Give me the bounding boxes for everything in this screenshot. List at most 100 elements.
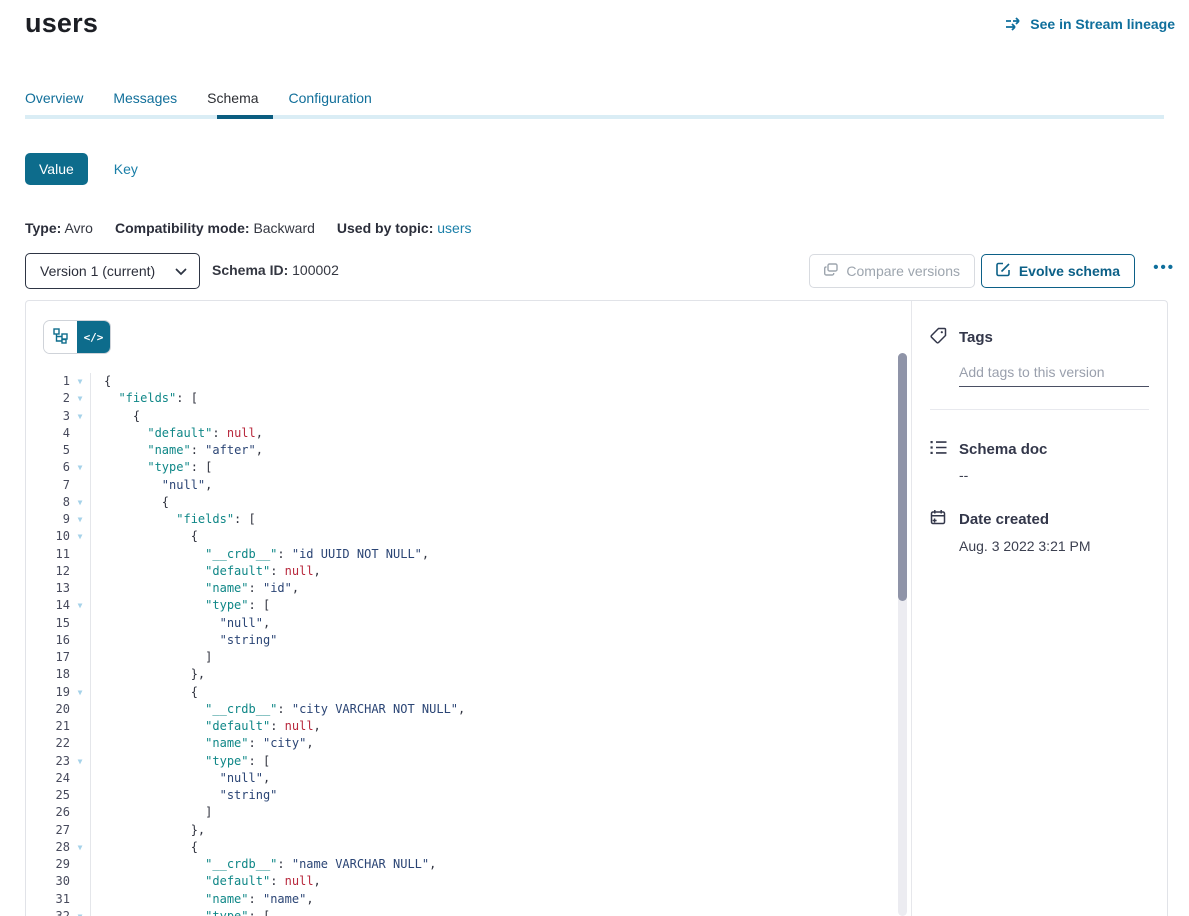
compare-versions-button[interactable]: Compare versions bbox=[809, 254, 975, 288]
code-line: 3▼ { bbox=[26, 408, 895, 425]
schema-panel: </> 1▼{2▼ "fields": [3▼ {4 "default": nu… bbox=[25, 300, 1168, 916]
code-text: "null", bbox=[91, 770, 270, 787]
fold-gutter bbox=[70, 615, 91, 632]
fold-toggle-icon[interactable]: ▼ bbox=[70, 459, 91, 476]
code-line: 6▼ "type": [ bbox=[26, 459, 895, 476]
tabs-active-underline bbox=[217, 115, 273, 119]
fold-toggle-icon[interactable]: ▼ bbox=[70, 753, 91, 770]
schema-page: users See in Stream lineage Overview Mes… bbox=[0, 0, 1189, 916]
used-by-topic: Used by topic: users bbox=[337, 220, 472, 236]
version-select[interactable]: Version 1 (current) bbox=[25, 253, 200, 289]
code-line: 28▼ { bbox=[26, 839, 895, 856]
code-line: 30 "default": null, bbox=[26, 873, 895, 890]
line-number: 27 bbox=[26, 822, 70, 839]
code-line: 32▼ "type": [ bbox=[26, 908, 895, 916]
line-number: 11 bbox=[26, 546, 70, 563]
code-text: "type": [ bbox=[91, 597, 270, 614]
schema-doc-title: Schema doc bbox=[959, 441, 1047, 458]
fold-toggle-icon[interactable]: ▼ bbox=[70, 511, 91, 528]
schema-editor-section: </> 1▼{2▼ "fields": [3▼ {4 "default": nu… bbox=[26, 301, 911, 916]
schema-doc-section: Schema doc -- bbox=[930, 440, 1149, 483]
fold-gutter bbox=[70, 666, 91, 683]
fold-toggle-icon[interactable]: ▼ bbox=[70, 908, 91, 916]
version-select-value: Version 1 (current) bbox=[40, 263, 155, 279]
code-line: 1▼{ bbox=[26, 373, 895, 390]
line-number: 16 bbox=[26, 632, 70, 649]
type-label: Type: bbox=[25, 220, 61, 236]
code-text: "fields": [ bbox=[91, 390, 198, 407]
topic-link[interactable]: users bbox=[437, 220, 471, 236]
schema-code-editor[interactable]: 1▼{2▼ "fields": [3▼ {4 "default": null,5… bbox=[26, 373, 895, 916]
code-line: 29 "__crdb__": "name VARCHAR NULL", bbox=[26, 856, 895, 873]
fold-toggle-icon[interactable]: ▼ bbox=[70, 373, 91, 390]
versions-copy-icon bbox=[824, 263, 838, 280]
editor-scrollbar-thumb[interactable] bbox=[898, 353, 907, 601]
fold-gutter bbox=[70, 563, 91, 580]
fold-gutter bbox=[70, 718, 91, 735]
code-line: 12 "default": null, bbox=[26, 563, 895, 580]
code-text: { bbox=[91, 494, 169, 511]
code-text: "name": "id", bbox=[91, 580, 299, 597]
line-number: 23 bbox=[26, 753, 70, 770]
type-value: Avro bbox=[64, 220, 93, 236]
line-number: 4 bbox=[26, 425, 70, 442]
line-number: 28 bbox=[26, 839, 70, 856]
topic-label: Used by topic: bbox=[337, 220, 433, 236]
code-line: 20 "__crdb__": "city VARCHAR NOT NULL", bbox=[26, 701, 895, 718]
fold-toggle-icon[interactable]: ▼ bbox=[70, 494, 91, 511]
key-toggle-button[interactable]: Key bbox=[114, 161, 138, 177]
code-line: 21 "default": null, bbox=[26, 718, 895, 735]
compat-value: Backward bbox=[253, 220, 314, 236]
line-number: 19 bbox=[26, 684, 70, 701]
fold-toggle-icon[interactable]: ▼ bbox=[70, 597, 91, 614]
fold-gutter bbox=[70, 822, 91, 839]
fold-toggle-icon[interactable]: ▼ bbox=[70, 390, 91, 407]
list-icon bbox=[930, 440, 947, 459]
tree-view-button[interactable] bbox=[44, 321, 77, 353]
fold-toggle-icon[interactable]: ▼ bbox=[70, 839, 91, 856]
stream-lineage-icon bbox=[1005, 17, 1023, 31]
code-line: 17 ] bbox=[26, 649, 895, 666]
fold-gutter bbox=[70, 770, 91, 787]
code-text: "default": null, bbox=[91, 425, 263, 442]
tag-icon bbox=[930, 327, 947, 348]
fold-toggle-icon[interactable]: ▼ bbox=[70, 528, 91, 545]
tags-section: Tags bbox=[930, 327, 1149, 410]
fold-gutter bbox=[70, 873, 91, 890]
line-number: 31 bbox=[26, 891, 70, 908]
fold-toggle-icon[interactable]: ▼ bbox=[70, 408, 91, 425]
line-number: 13 bbox=[26, 580, 70, 597]
fold-gutter bbox=[70, 580, 91, 597]
add-tags-input[interactable] bbox=[959, 358, 1149, 387]
fold-toggle-icon[interactable]: ▼ bbox=[70, 684, 91, 701]
code-text: }, bbox=[91, 822, 205, 839]
schema-id-label: Schema ID: bbox=[212, 262, 288, 278]
code-line: 25 "string" bbox=[26, 787, 895, 804]
fold-gutter bbox=[70, 477, 91, 494]
code-line: 8▼ { bbox=[26, 494, 895, 511]
line-number: 1 bbox=[26, 373, 70, 390]
code-text: }, bbox=[91, 666, 205, 683]
code-text: "string" bbox=[91, 632, 277, 649]
line-number: 22 bbox=[26, 735, 70, 752]
code-text: { bbox=[91, 684, 198, 701]
date-created-section: Date created Aug. 3 2022 3:21 PM bbox=[930, 509, 1149, 554]
see-in-stream-lineage-link[interactable]: See in Stream lineage bbox=[1005, 16, 1175, 32]
evolve-schema-button[interactable]: Evolve schema bbox=[981, 254, 1135, 288]
lineage-link-label: See in Stream lineage bbox=[1030, 16, 1175, 32]
sidebar-divider bbox=[930, 409, 1149, 410]
tree-view-icon bbox=[53, 328, 69, 347]
chevron-down-icon bbox=[175, 263, 187, 279]
editor-scrollbar-track[interactable] bbox=[898, 353, 907, 916]
code-view-button[interactable]: </> bbox=[77, 321, 110, 353]
value-key-toggle: Value Key bbox=[25, 153, 138, 185]
compatibility-mode: Compatibility mode: Backward bbox=[115, 220, 315, 236]
value-toggle-button[interactable]: Value bbox=[25, 153, 88, 185]
code-text: { bbox=[91, 373, 111, 390]
line-number: 29 bbox=[26, 856, 70, 873]
code-text: "null", bbox=[91, 615, 270, 632]
line-number: 14 bbox=[26, 597, 70, 614]
more-options-button[interactable]: ••• bbox=[1153, 259, 1175, 276]
code-text: "name": "after", bbox=[91, 442, 263, 459]
line-number: 18 bbox=[26, 666, 70, 683]
